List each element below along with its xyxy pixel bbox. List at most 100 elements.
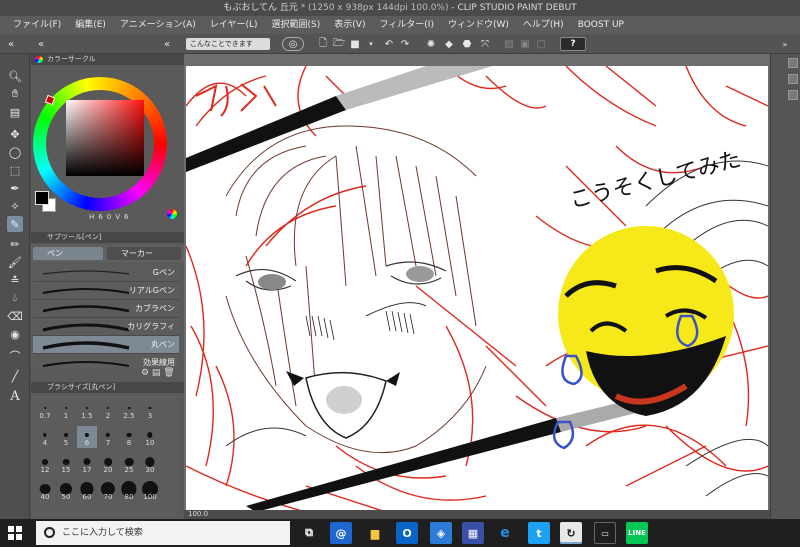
selection-tool-icon[interactable]: ⬚ xyxy=(7,162,23,178)
windows-start-icon[interactable] xyxy=(8,526,22,540)
brush-size-cell[interactable]: 100 xyxy=(140,480,160,502)
file-explorer-icon[interactable]: ▆ xyxy=(364,522,386,544)
brush-size-cell[interactable]: 70 xyxy=(98,480,118,502)
taskbar-search-box[interactable]: ここに入力して検索 xyxy=(36,521,290,545)
help-button[interactable]: ? xyxy=(560,37,586,51)
main-color-swatch[interactable] xyxy=(35,191,49,205)
brush-size-tab[interactable]: ブラシサイズ[丸ペン] xyxy=(31,382,184,393)
brush-size-cell[interactable]: 0.7 xyxy=(35,399,55,421)
deselect-icon[interactable]: ▢ xyxy=(534,37,548,51)
collapse-left-icon[interactable]: « xyxy=(4,37,18,51)
selection-loading-icon[interactable]: ✺ xyxy=(424,37,438,51)
open-file-icon[interactable]: 🗁 xyxy=(332,37,346,51)
save-icon[interactable]: ■ xyxy=(348,37,362,51)
text-tool-icon[interactable]: A xyxy=(7,388,23,404)
eraser-tool-icon[interactable]: ⌫ xyxy=(7,308,23,324)
clear-icon[interactable]: ◆ xyxy=(442,37,456,51)
move-layer-tool-icon[interactable]: ✥ xyxy=(7,126,23,142)
operation-tool-icon[interactable]: ▤ xyxy=(7,104,23,120)
menu-view[interactable]: 表示(V) xyxy=(327,16,372,34)
brush-size-cell[interactable]: 6 xyxy=(77,426,97,448)
save-dropdown-icon[interactable]: ▾ xyxy=(364,37,378,51)
airbrush-tool-icon[interactable]: ≛ xyxy=(7,272,23,288)
brush-size-cell[interactable]: 12 xyxy=(35,453,55,475)
brush-item-effect-line[interactable]: 効果線用 xyxy=(33,354,179,368)
brush-size-cell[interactable]: 80 xyxy=(119,480,139,502)
brush-size-cell[interactable]: 8 xyxy=(119,426,139,448)
new-file-icon[interactable]: 🗋 xyxy=(316,37,330,51)
blend-tool-icon[interactable]: 💧︎ xyxy=(7,290,23,306)
zoom-readout[interactable]: 100.0 xyxy=(188,510,208,518)
saturation-value-square[interactable] xyxy=(66,100,144,176)
brush-size-cell[interactable]: 30 xyxy=(140,453,160,475)
store-icon[interactable]: ◈ xyxy=(430,522,452,544)
transform-icon[interactable]: ⤧ xyxy=(478,37,492,51)
menu-selection[interactable]: 選択範囲(S) xyxy=(265,16,328,34)
brush-tool-icon[interactable]: 🖌︎ xyxy=(7,254,23,270)
brush-size-cell[interactable]: 3 xyxy=(140,399,160,421)
eyedropper-tool-icon[interactable]: ✒ xyxy=(7,180,23,196)
menu-edit[interactable]: 編集(E) xyxy=(68,16,113,34)
crop-icon[interactable]: ▨ xyxy=(502,37,516,51)
calculator-icon[interactable]: ▦ xyxy=(462,522,484,544)
internet-explorer-icon[interactable]: e xyxy=(494,522,516,544)
brush-size-cell[interactable]: 17 xyxy=(77,453,97,475)
collapse-right-icon[interactable]: » xyxy=(778,37,792,51)
brush-item-kabura-pen[interactable]: カブラペン xyxy=(33,300,179,318)
brush-size-cell[interactable]: 40 xyxy=(35,480,55,502)
sub-tool-tab[interactable]: サブツール[ペン] xyxy=(31,232,184,243)
mail-app-icon[interactable]: @ xyxy=(330,522,352,544)
tab-pen[interactable]: ペン xyxy=(33,247,103,260)
brush-size-cell[interactable]: 7 xyxy=(98,426,118,448)
brush-size-cell[interactable]: 2.5 xyxy=(119,399,139,421)
brush-list-icons[interactable]: ⚙ ▤ 🗑︎ xyxy=(141,368,175,378)
collapse-sub-icon[interactable]: « xyxy=(160,37,174,51)
brush-item-g-pen[interactable]: Gペン xyxy=(33,264,179,282)
hand-tool-icon[interactable]: ✋︎ xyxy=(7,86,23,102)
tab-marker[interactable]: マーカー xyxy=(107,247,181,260)
canvas-area[interactable]: こうそくしてみた xyxy=(184,54,770,510)
menu-file[interactable]: ファイル(F) xyxy=(6,16,68,34)
drawing-canvas[interactable]: こうそくしてみた xyxy=(186,66,768,510)
brush-item-real-g-pen[interactable]: リアルGペン xyxy=(33,282,179,300)
redo-icon[interactable]: ↷ xyxy=(398,37,412,51)
menu-window[interactable]: ウィンドウ(W) xyxy=(441,16,516,34)
color-wheel-tab[interactable]: カラーサークル xyxy=(31,54,184,65)
brush-size-cell[interactable]: 20 xyxy=(98,453,118,475)
line-tool-icon[interactable]: ╱ xyxy=(7,368,23,384)
fill-tool-icon[interactable]: ◉ xyxy=(7,326,23,342)
brush-size-cell[interactable]: 10 xyxy=(140,426,160,448)
figure-tool-icon[interactable]: ⌒ xyxy=(7,348,23,364)
auto-select-tool-icon[interactable]: ✧ xyxy=(7,198,23,214)
collapse-panel-icon[interactable]: « xyxy=(34,37,48,51)
task-view-icon[interactable]: ⧉ xyxy=(298,522,320,544)
menu-layer[interactable]: レイヤー(L) xyxy=(203,16,265,34)
zoom-tool-icon[interactable]: 🔍︎ xyxy=(7,68,23,84)
brush-item-maru-pen[interactable]: 丸ペン xyxy=(33,336,179,354)
brush-item-calligraphy[interactable]: カリグラフィ xyxy=(33,318,179,336)
outlook-icon[interactable]: O xyxy=(396,522,418,544)
clip-studio-icon[interactable]: ◎ xyxy=(282,37,304,51)
brush-size-cell[interactable]: 1.5 xyxy=(77,399,97,421)
menu-filter[interactable]: フィルター(I) xyxy=(372,16,441,34)
brush-size-cell[interactable]: 60 xyxy=(77,480,97,502)
clip-studio-taskbar-icon[interactable]: ↻ xyxy=(560,522,582,544)
twitter-icon[interactable]: t xyxy=(528,522,550,544)
undo-icon[interactable]: ↶ xyxy=(382,37,396,51)
brush-size-cell[interactable]: 1 xyxy=(56,399,76,421)
pen-tool-icon[interactable]: ✎ xyxy=(7,216,23,232)
fill-icon[interactable]: ⬣ xyxy=(460,37,474,51)
dock-button-3[interactable] xyxy=(788,90,798,100)
lasso-tool-icon[interactable]: ◯ xyxy=(7,144,23,160)
menu-help[interactable]: ヘルプ(H) xyxy=(516,16,571,34)
menu-boost-up[interactable]: BOOST UP xyxy=(571,16,631,34)
show-area-icon[interactable]: ▣ xyxy=(518,37,532,51)
feature-tips-button[interactable]: こんなことできます xyxy=(186,38,270,50)
dock-button-1[interactable] xyxy=(788,58,798,68)
brush-size-cell[interactable]: 4 xyxy=(35,426,55,448)
dock-button-2[interactable] xyxy=(788,74,798,84)
pencil-tool-icon[interactable]: ✏ xyxy=(7,236,23,252)
menu-animation[interactable]: アニメーション(A) xyxy=(113,16,203,34)
brush-size-cell[interactable]: 50 xyxy=(56,480,76,502)
brush-size-cell[interactable]: 25 xyxy=(119,453,139,475)
